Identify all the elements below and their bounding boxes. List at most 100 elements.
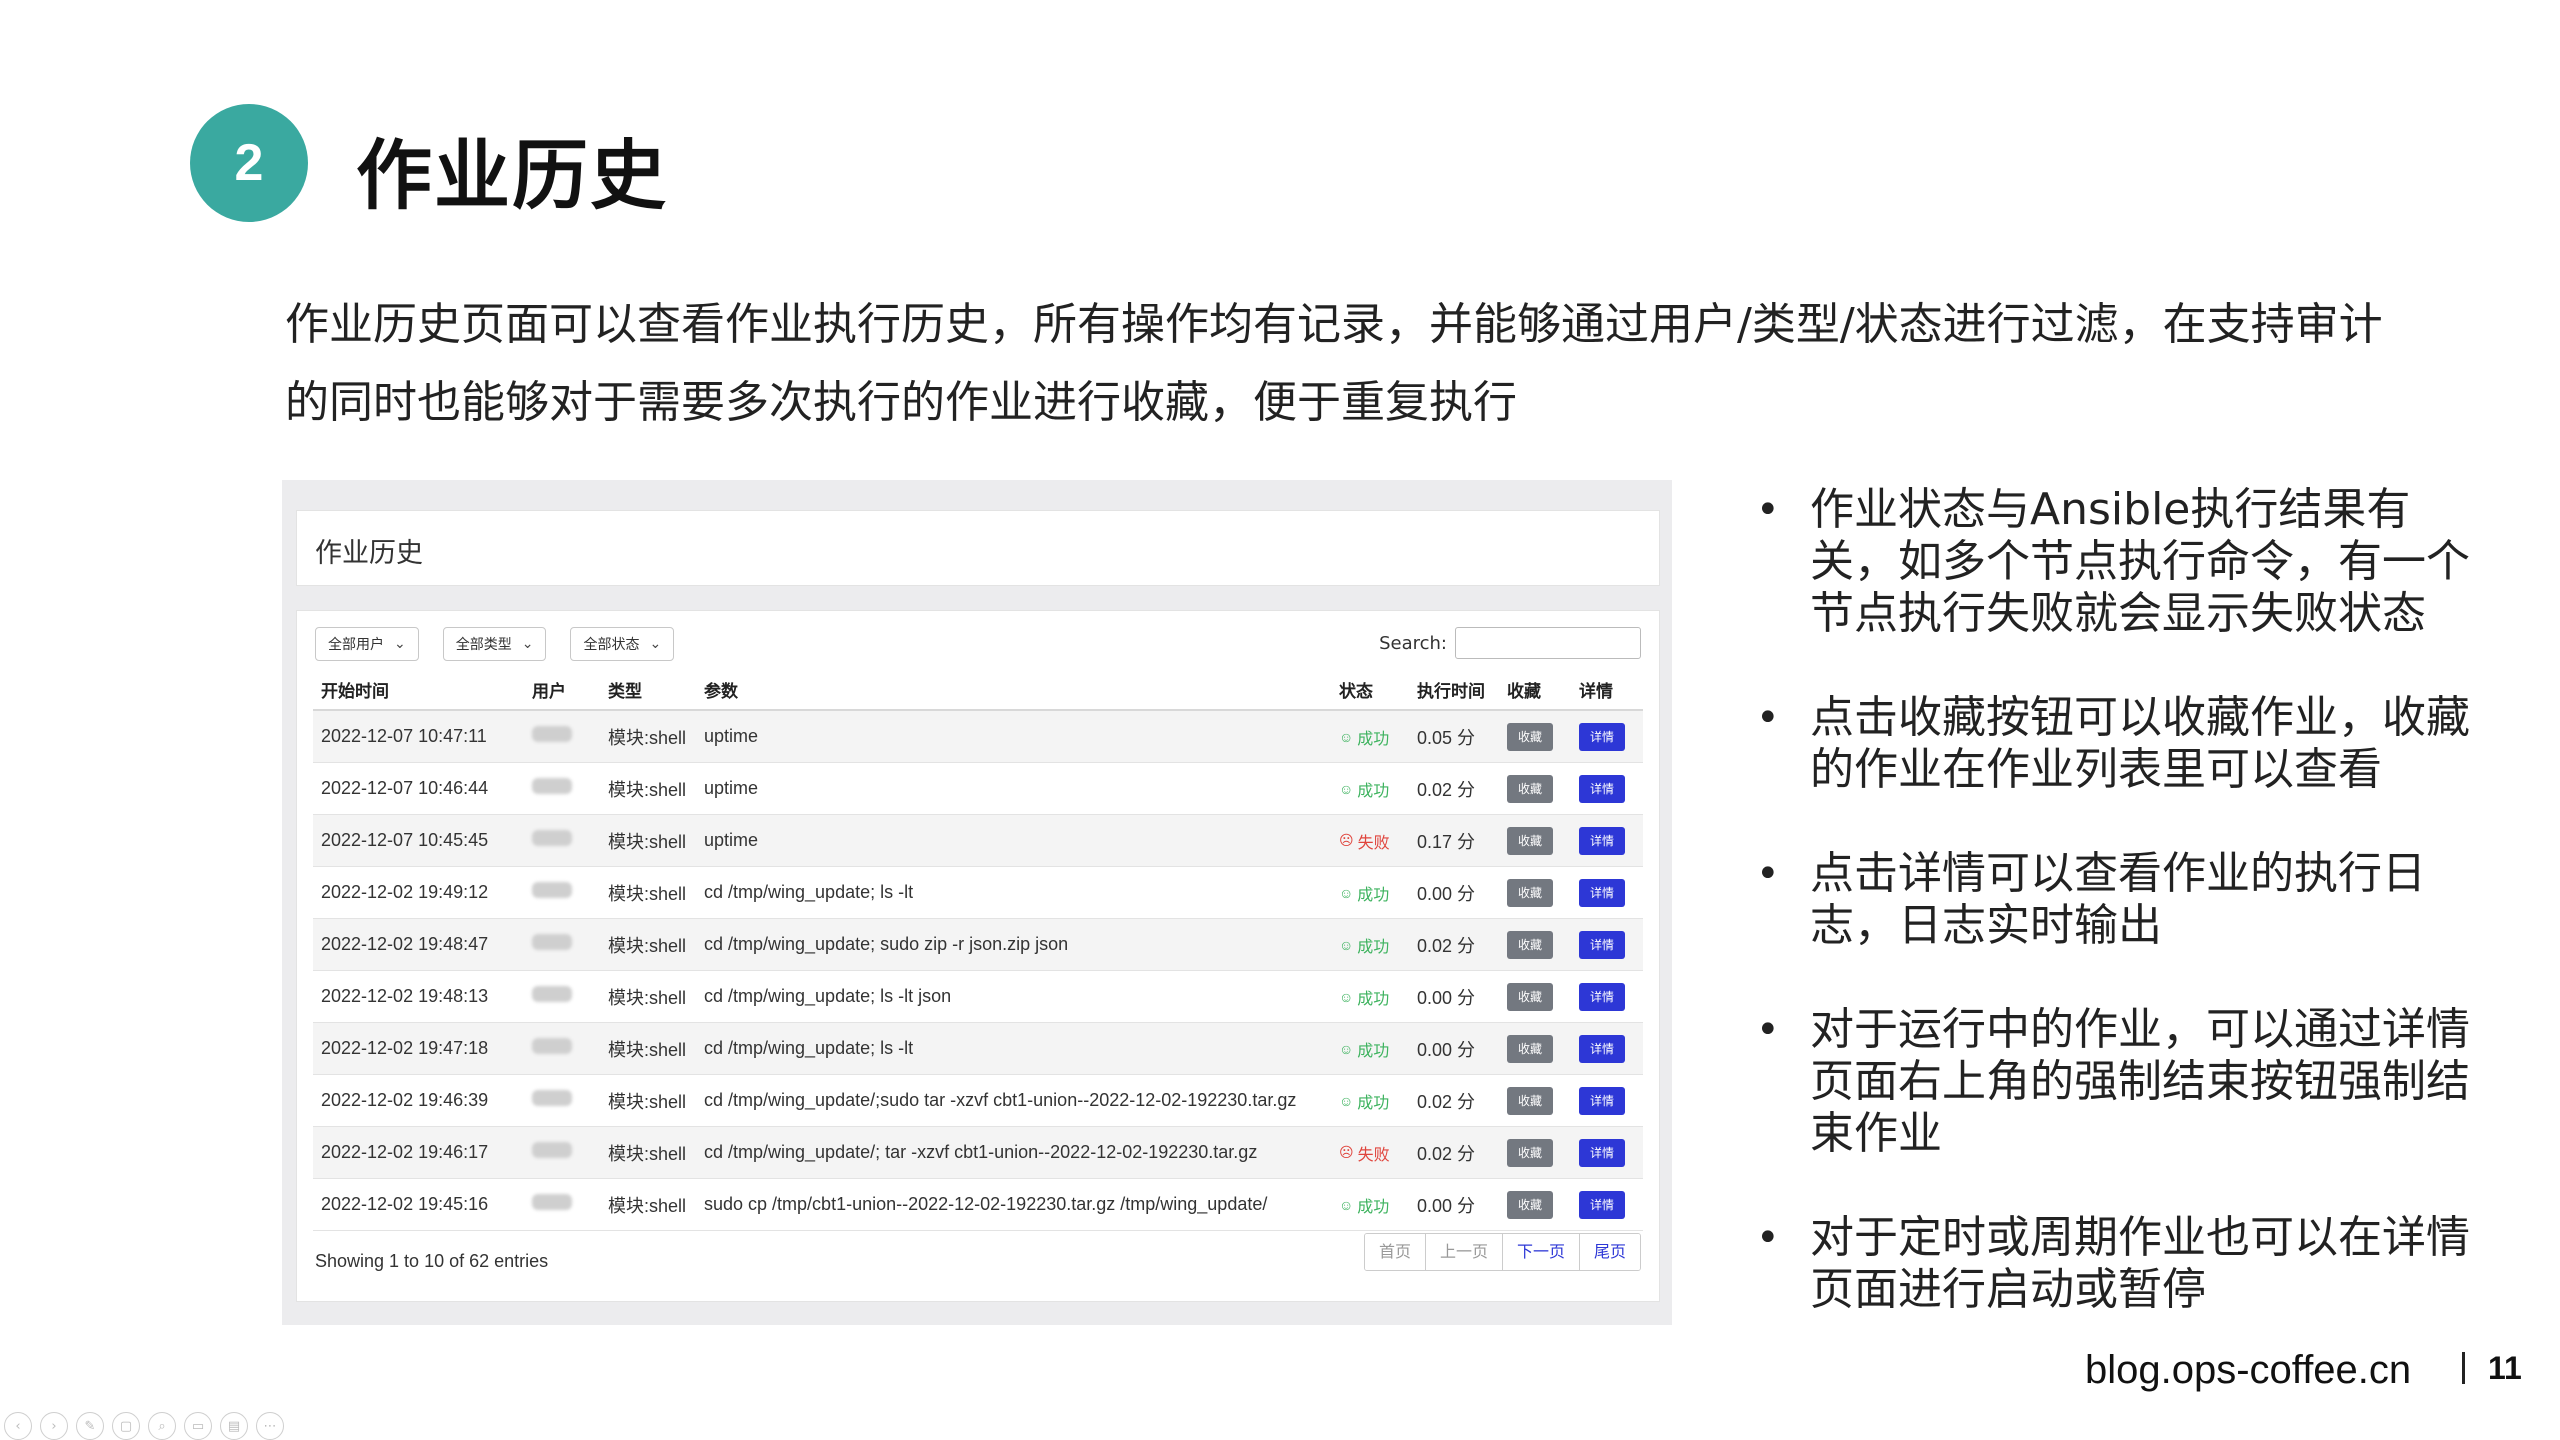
cell-args: cd /tmp/wing_update/;sudo tar -xzvf cbt1… [696,1074,1331,1127]
detail-button[interactable]: 详情 [1579,1086,1625,1115]
cell-type: 模块:shell [600,970,696,1023]
smile-icon: ☺ [1339,1040,1354,1057]
status-filter-select[interactable]: 全部状态 ⌄ [570,627,675,661]
zoom-icon[interactable]: ⌕ [148,1412,176,1440]
user-filter-select[interactable]: 全部用户 ⌄ [315,627,419,661]
cell-detail: 详情 [1571,866,1643,919]
prev-page-button[interactable]: 上一页 [1425,1234,1503,1270]
type-filter-select[interactable]: 全部类型 ⌄ [442,627,547,661]
chevron-down-icon: ⌄ [521,636,534,652]
cell-favorite: 收藏 [1499,1022,1571,1075]
col-duration[interactable]: 执行时间 [1409,669,1499,711]
cell-favorite: 收藏 [1499,970,1571,1023]
cell-start-time: 2022-12-02 19:46:17 [313,1126,524,1179]
cell-start-time: 2022-12-02 19:45:16 [313,1178,524,1231]
status-badge: ☺ 成功 [1339,1196,1390,1216]
cell-duration: 0.02 分 [1409,918,1499,971]
cell-status: ☹ 失败 [1331,1126,1409,1179]
first-page-button[interactable]: 首页 [1364,1234,1426,1270]
detail-button[interactable]: 详情 [1579,878,1625,907]
favorite-button[interactable]: 收藏 [1507,878,1553,907]
blurred-user-avatar [532,934,572,950]
table-row: 2022-12-07 10:45:45 模块:shell uptime ☹ 失败 0.17… [313,814,1643,867]
cell-start-time: 2022-12-02 19:47:18 [313,1022,524,1075]
col-status[interactable]: 状态 [1331,669,1409,711]
cell-args: uptime [696,710,1331,763]
favorite-button[interactable]: 收藏 [1507,930,1553,959]
cell-user [524,1022,600,1075]
cell-duration: 0.17 分 [1409,814,1499,867]
entries-info: Showing 1 to 10 of 62 entries [315,1251,549,1271]
search-input[interactable] [1455,627,1641,659]
favorite-button[interactable]: 收藏 [1507,722,1553,751]
cell-user [524,710,600,763]
detail-button[interactable]: 详情 [1579,722,1625,751]
cell-detail: 详情 [1571,970,1643,1023]
cell-detail: 详情 [1571,762,1643,815]
filter-bar: 全部用户 ⌄ 全部类型 ⌄ 全部状态 ⌄ [315,627,675,661]
prev-slide-icon[interactable]: ‹ [4,1412,32,1440]
cell-type: 模块:shell [600,1178,696,1231]
smile-icon: ☺ [1339,1092,1354,1109]
presentation-toolbar: ‹ › ✎ ▢ ⌕ ▭ ▤ ⋯ [4,1412,284,1440]
col-start-time[interactable]: 开始时间 [313,669,524,711]
col-detail[interactable]: 详情 [1571,669,1643,711]
favorite-button[interactable]: 收藏 [1507,1086,1553,1115]
cell-start-time: 2022-12-02 19:49:12 [313,866,524,919]
col-args[interactable]: 参数 [696,669,1331,711]
blurred-user-avatar [532,1194,572,1210]
favorite-button[interactable]: 收藏 [1507,826,1553,855]
next-slide-icon[interactable]: › [40,1412,68,1440]
pen-icon[interactable]: ✎ [76,1412,104,1440]
detail-button[interactable]: 详情 [1579,1034,1625,1063]
cell-detail: 详情 [1571,918,1643,971]
last-page-button[interactable]: 尾页 [1579,1234,1640,1270]
slide-title: 作业历史 [356,131,668,220]
bullet-item: • 点击收藏按钮可以收藏作业，收藏的作业在作业列表里可以查看 [1756,692,2470,795]
favorite-button[interactable]: 收藏 [1507,1138,1553,1167]
detail-button[interactable]: 详情 [1579,774,1625,803]
bullet-item: • 点击详情可以查看作业的执行日志，日志实时输出 [1756,848,2426,951]
detail-button[interactable]: 详情 [1579,826,1625,855]
detail-button[interactable]: 详情 [1579,1190,1625,1219]
smile-icon: ☺ [1339,988,1354,1005]
cell-status: ☺ 成功 [1331,1178,1409,1231]
cell-type: 模块:shell [600,1074,696,1127]
status-badge: ☺ 成功 [1339,884,1390,904]
cell-detail: 详情 [1571,1022,1643,1075]
job-history-panel: 全部用户 ⌄ 全部类型 ⌄ 全部状态 ⌄ Search: 开始时间 用户 类型 参数 … [296,610,1660,1302]
blurred-user-avatar [532,830,572,846]
more-icon[interactable]: ⋯ [256,1412,284,1440]
screen-icon[interactable]: ▭ [184,1412,212,1440]
detail-button[interactable]: 详情 [1579,1138,1625,1167]
next-page-button[interactable]: 下一页 [1502,1234,1580,1270]
cell-user [524,918,600,971]
cell-detail: 详情 [1571,814,1643,867]
footer-site: blog.ops-coffee.cn [2085,1348,2412,1392]
bullet-item: • 作业状态与Ansible执行结果有关，如多个节点执行命令，有一个节点执行失败就… [1756,484,2470,639]
favorite-button[interactable]: 收藏 [1507,774,1553,803]
favorite-button[interactable]: 收藏 [1507,982,1553,1011]
cell-detail: 详情 [1571,710,1643,763]
cell-favorite: 收藏 [1499,1126,1571,1179]
cell-args: uptime [696,762,1331,815]
cell-type: 模块:shell [600,762,696,815]
search-label: Search: [1379,632,1447,654]
favorite-button[interactable]: 收藏 [1507,1190,1553,1219]
cell-args: cd /tmp/wing_update; ls -lt [696,1022,1331,1075]
col-user[interactable]: 用户 [524,669,600,711]
favorite-button[interactable]: 收藏 [1507,1034,1553,1063]
subtitle-icon[interactable]: ▤ [220,1412,248,1440]
intro-paragraph: 作业历史页面可以查看作业执行历史，所有操作均有记录，并能够通过用户/类型/状态进… [285,299,2383,428]
cell-duration: 0.05 分 [1409,710,1499,763]
detail-button[interactable]: 详情 [1579,982,1625,1011]
col-type[interactable]: 类型 [600,669,696,711]
smile-icon: ☺ [1339,728,1354,745]
detail-button[interactable]: 详情 [1579,930,1625,959]
col-favorite[interactable]: 收藏 [1499,669,1571,711]
cell-user [524,762,600,815]
cell-start-time: 2022-12-07 10:45:45 [313,814,524,867]
table-row: 2022-12-02 19:46:39 模块:shell cd /tmp/wing_… [313,1074,1643,1127]
cell-user [524,1074,600,1127]
slides-icon[interactable]: ▢ [112,1412,140,1440]
